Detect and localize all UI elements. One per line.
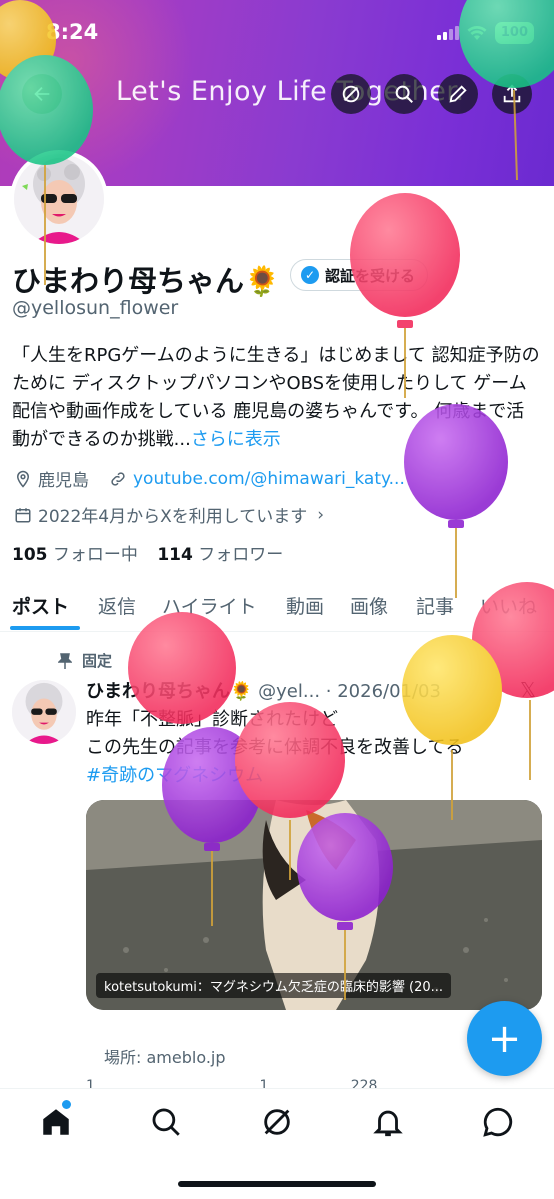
post-line-2: この先生の記事を参考に体調不良を改善してる [86,737,464,758]
profile-name: ひまわり母ちゃん🌻 [12,264,281,298]
following-count[interactable]: 105 [12,545,48,565]
link-source[interactable]: 場所: ameblo.jp [104,1044,226,1068]
status-time: 8:24 [46,20,99,44]
profile-website-link[interactable]: youtube.com/@himawari_katy... [133,469,405,489]
post-line-1: 昨年「不整脈」診断されたけど [86,709,338,730]
home-icon [43,1109,69,1135]
status-indicators: 100 [436,22,534,44]
verified-check-icon: ✓ [301,266,319,284]
get-verified-label: 認証を受ける [325,266,416,285]
nav-messages[interactable] [481,1105,515,1139]
profile-tabs: ポスト 返信 ハイライト 動画 画像 記事 いいね [0,584,554,632]
edit-button[interactable] [438,74,478,114]
profile-joined-row[interactable]: 2022年4月からXを利用しています › [14,502,324,527]
notifications-icon [373,1110,403,1137]
followers-label[interactable]: フォロワー [198,545,283,565]
home-indicator [178,1181,376,1187]
chevron-right-icon: › [317,504,325,525]
followers-count[interactable]: 114 [157,545,193,565]
back-arrow-icon [34,86,50,102]
link-card-caption: kotetsutokumi：マグネシウム欠乏症の臨床的影響 (20... [96,973,452,998]
profile-meta-row: 鹿児島 youtube.com/@himawari_katy... [14,466,405,491]
tab-videos[interactable]: 動画 [286,592,324,619]
link-icon [111,471,125,486]
pinned-indicator: 固定 [58,650,112,671]
profile-joined-date: 2022年4月からXを利用しています [38,507,308,527]
nav-home[interactable] [39,1105,73,1139]
pin-icon [58,652,72,669]
search-profile-button[interactable] [384,74,424,114]
cellular-signal-icon [436,26,459,40]
home-unread-dot [62,1100,71,1109]
following-label[interactable]: フォロー中 [53,545,138,565]
wifi-icon [467,26,487,40]
tab-replies[interactable]: 返信 [98,592,136,619]
avatar-illustration [14,154,104,244]
post-author-avatar[interactable] [12,680,76,744]
grok-button[interactable] [331,74,371,114]
post-hashtag[interactable]: #奇跡のマグネシウム [86,762,536,790]
follow-stats: 105 フォロー中 114 フォロワー [12,540,297,565]
grok-icon [342,85,360,103]
tab-posts[interactable]: ポスト [12,592,69,619]
profile-location: 鹿児島 [38,471,89,491]
nav-grok[interactable] [260,1105,294,1139]
tab-images[interactable]: 画像 [350,592,388,619]
post-handle-date: @yel... · 2026/01/03 [258,681,441,702]
link-card-image[interactable]: kotetsutokumi：マグネシウム欠乏症の臨床的影響 (20... [86,800,542,1010]
x-logo-icon: 𝕏 [520,678,537,702]
compose-post-button[interactable]: + [467,1001,542,1076]
post-text: 昨年「不整脈」診断されたけど この先生の記事を参考に体調不良を改善してる #奇跡… [86,706,536,790]
share-icon [503,84,521,103]
post-author-name[interactable]: ひまわり母ちゃん🌻 [86,681,252,702]
search-icon [395,85,413,103]
bio-show-more-link[interactable]: さらに表示 [191,429,281,450]
tab-articles[interactable]: 記事 [416,592,454,619]
pencil-icon [449,85,467,103]
battery-indicator: 100 [494,22,534,44]
active-tab-indicator [10,626,80,630]
get-verified-button[interactable]: ✓ 認証を受ける [290,259,429,291]
profile-avatar[interactable] [10,150,108,248]
tab-highlights[interactable]: ハイライト [162,592,257,619]
messages-icon [483,1107,513,1137]
pinned-label: 固定 [82,652,113,670]
back-button[interactable] [22,74,62,114]
profile-handle: @yellosun_flower [12,297,179,319]
nav-notifications[interactable] [371,1105,405,1139]
profile-bio: 「人生をRPGゲームのように生きる」はじめまして 認知症予防のために ディスクト… [12,342,542,454]
tab-likes[interactable]: いいね [480,592,537,619]
share-button[interactable] [492,74,532,114]
grok-icon [264,1109,290,1135]
location-pin-icon [16,470,30,488]
avatar-illustration [12,680,76,744]
calendar-icon [15,507,31,522]
post-header: ひまわり母ちゃん🌻 @yel... · 2026/01/03 [86,677,441,703]
search-icon [152,1108,180,1136]
nav-search[interactable] [149,1105,183,1139]
